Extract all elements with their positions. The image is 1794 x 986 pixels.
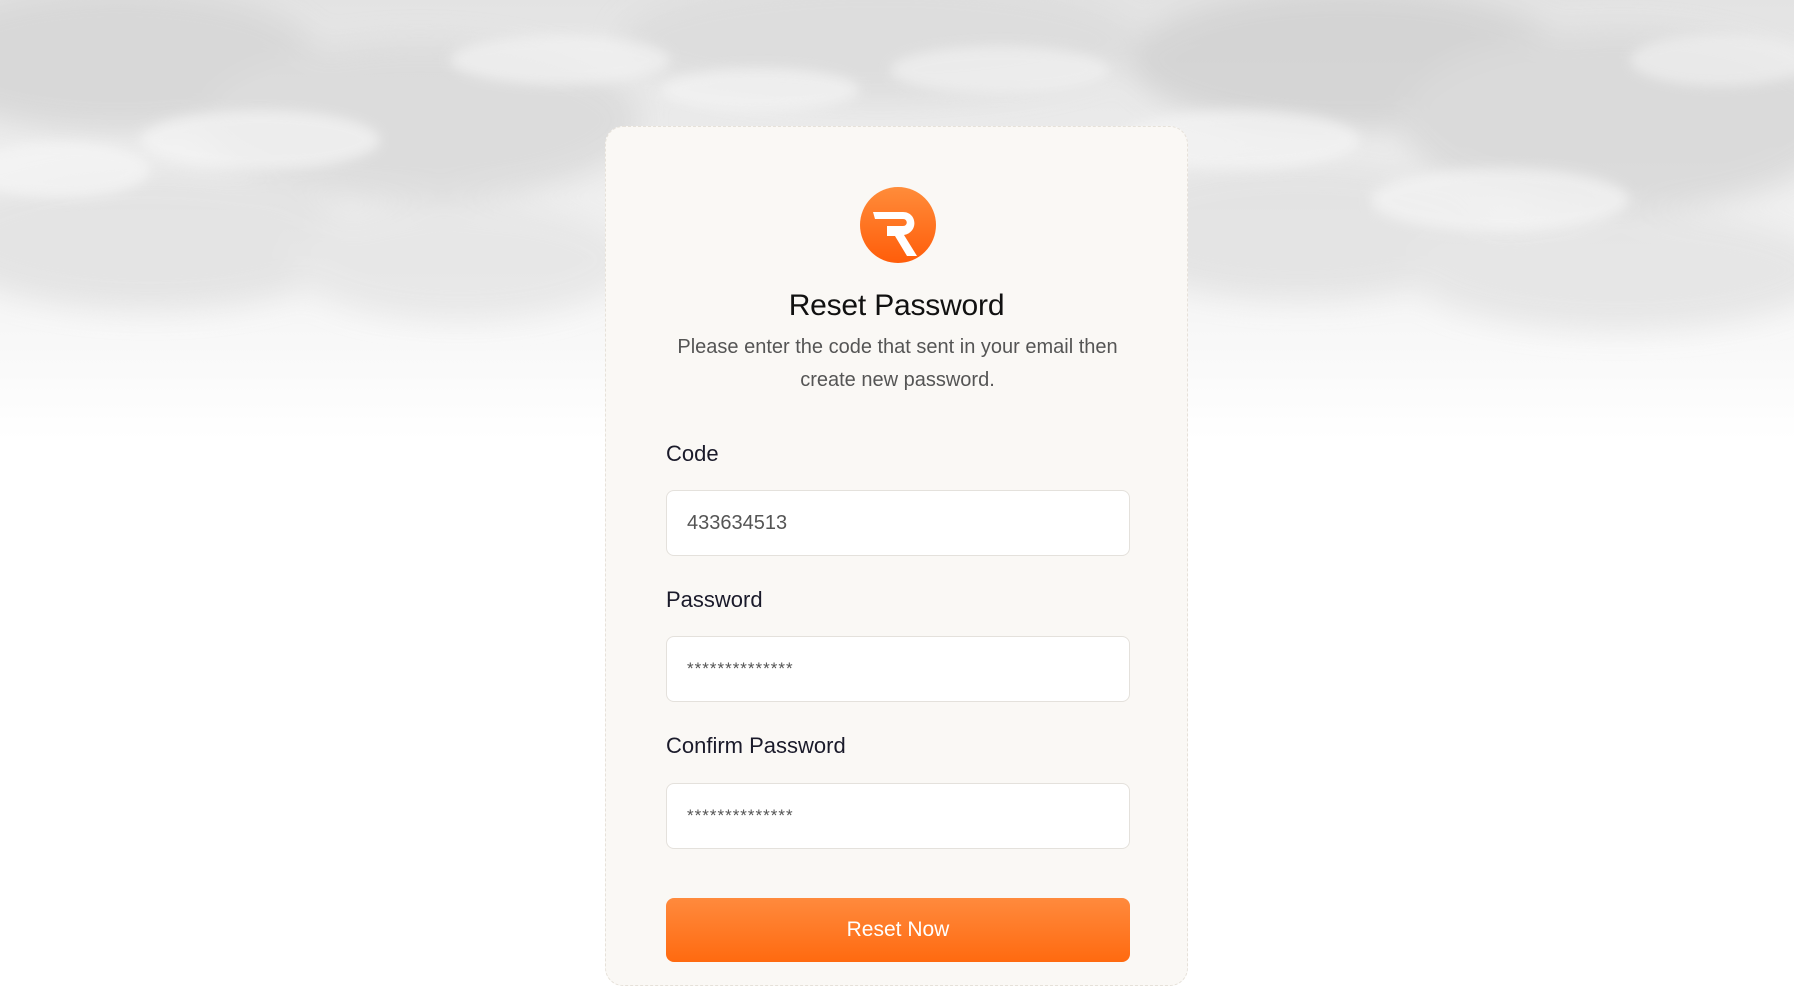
password-input[interactable]	[666, 636, 1130, 702]
password-label: Password	[666, 587, 763, 612]
page-title: Reset Password	[788, 289, 1005, 322]
confirm-password-label: Confirm Password	[666, 733, 846, 758]
reset-now-button[interactable]: Reset Now	[666, 898, 1130, 962]
code-input[interactable]	[666, 490, 1130, 556]
page-subtitle: Please enter the code that sent in your …	[677, 336, 1118, 391]
reset-password-card: Reset Password Please enter the code tha…	[605, 126, 1188, 986]
r-logo-icon	[860, 187, 936, 263]
code-label: Code	[666, 441, 719, 466]
confirm-password-input[interactable]	[666, 783, 1130, 849]
